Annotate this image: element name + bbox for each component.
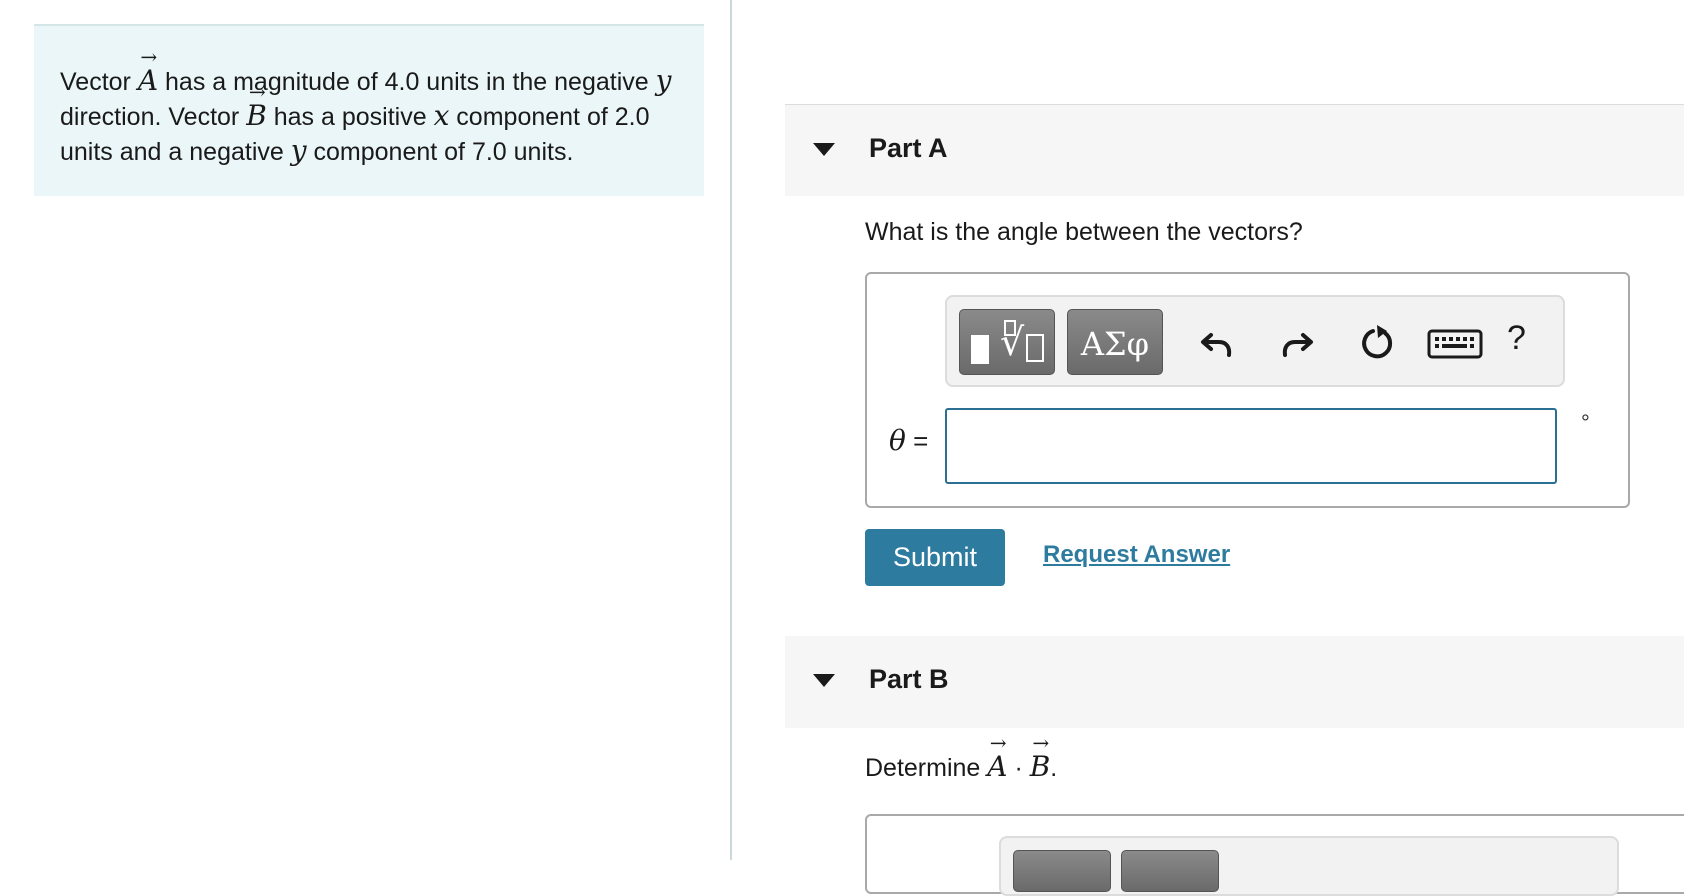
templates-button[interactable]: √ [959,309,1055,375]
problem-text-3: direction. Vector [60,103,247,131]
problem-text-4: has a positive [266,103,434,131]
problem-text-2: has a magnitude of 4.0 units in the nega… [158,68,656,96]
part-b-answer-box [865,814,1684,896]
symbols-label: ΑΣφ [1080,325,1150,363]
help-icon[interactable]: ? [1507,319,1526,358]
part-a-question: What is the angle between the vectors? [865,218,1303,246]
symbols-button-part-b[interactable] [1121,850,1219,892]
problem-text-6: component of 7.0 units. [306,138,574,166]
redo-icon[interactable] [1277,323,1317,363]
template-block-icon [971,335,989,364]
templates-button-part-b[interactable] [1013,850,1111,892]
part-b-title: Part B [869,664,949,694]
reset-icon[interactable] [1357,323,1397,363]
degree-unit-label: ° [1581,410,1590,435]
vector-a-symbol: A [138,64,158,98]
panel-divider [730,0,732,860]
request-answer-link[interactable]: Request Answer [1043,541,1230,569]
equals-sign: = [905,426,929,456]
undo-icon[interactable] [1197,323,1237,363]
math-toolbar: √ ΑΣφ ? [945,295,1565,387]
angle-answer-input[interactable] [945,408,1557,484]
part-a-title: Part A [869,133,948,163]
symbols-button[interactable]: ΑΣφ [1067,309,1163,375]
problem-text-1: Vector [60,68,138,96]
part-a-header[interactable]: Part A [785,104,1684,196]
theta-label: θ = [889,424,928,457]
x-symbol: x [433,99,450,132]
caret-down-icon[interactable] [813,143,835,156]
sqrt-icon: √ [1000,320,1025,364]
theta-symbol: θ [889,424,906,457]
problem-text: Vector A has a magnitude of 4.0 units in… [60,64,678,169]
vector-b-symbol-2: B [1030,750,1051,783]
caret-down-icon-2[interactable] [813,674,835,687]
submit-button[interactable]: Submit [865,529,1005,586]
keyboard-icon[interactable] [1427,327,1483,361]
part-b-suffix: . [1050,754,1058,782]
vector-a-symbol-2: A [987,750,1007,783]
part-b-question: Determine A · B. [865,750,1057,783]
template-box-icon-2 [1026,334,1044,362]
dot-operator: · [1007,754,1030,782]
part-b-header[interactable]: Part B [785,636,1684,728]
math-toolbar-part-b [999,836,1619,896]
y-symbol: y [655,64,672,97]
part-a-answer-box: √ ΑΣφ ? θ = ° [865,272,1630,508]
problem-statement: Vector A has a magnitude of 4.0 units in… [34,24,704,196]
part-b-prefix: Determine [865,754,988,782]
y-symbol-2: y [290,134,307,167]
vector-b-symbol: B [246,99,267,133]
